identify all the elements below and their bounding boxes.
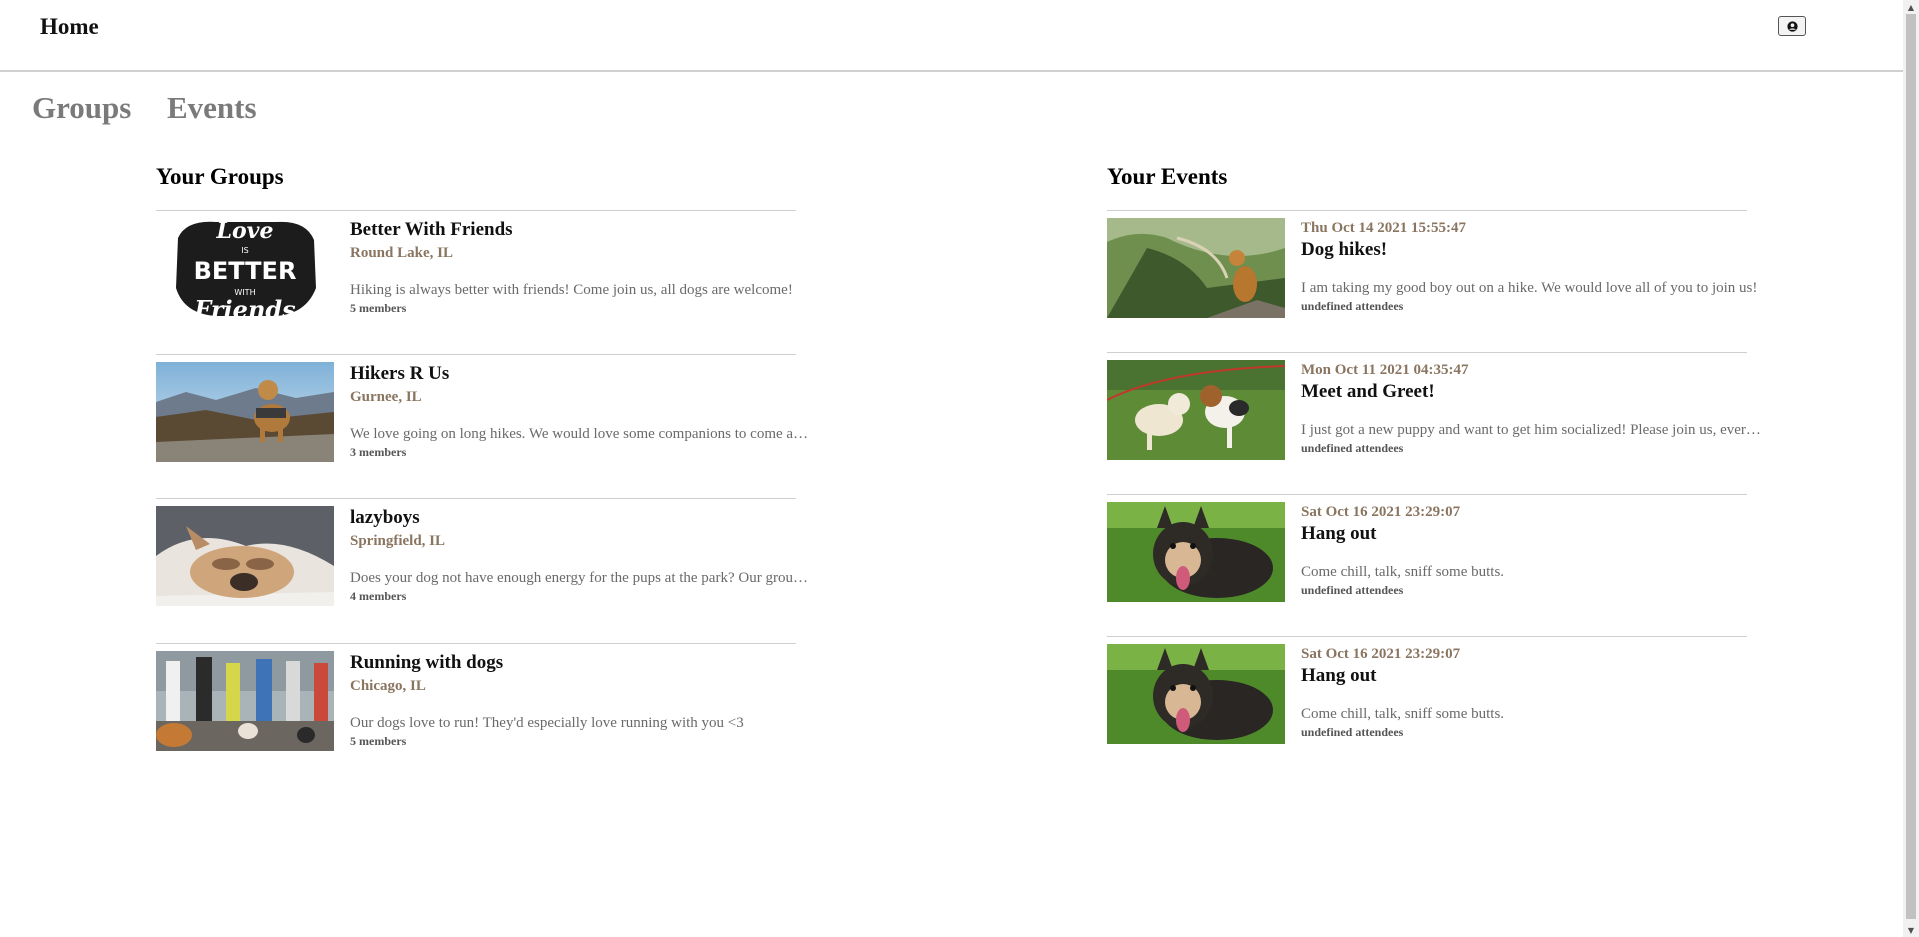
event-card[interactable]: Sat Oct 16 2021 23:29:07 Hang out Come c… <box>1107 494 1767 636</box>
group-location: Gurnee, IL <box>350 389 422 405</box>
page: Home Groups Events Your Groups Love IS B… <box>0 0 1903 937</box>
group-image <box>156 362 334 462</box>
group-info: Better With Friends Round Lake, IL Hikin… <box>350 218 816 316</box>
event-attendee-count: undefined attendees <box>1301 725 1404 739</box>
group-member-count: 5 members <box>350 301 407 315</box>
group-image <box>156 651 334 751</box>
svg-text:IS: IS <box>241 246 248 255</box>
event-description: Come chill, talk, sniff some butts. <box>1301 564 1505 580</box>
event-attendee-count: undefined attendees <box>1301 583 1404 597</box>
event-image <box>1107 218 1285 318</box>
event-info: Sat Oct 16 2021 23:29:07 Hang out Come c… <box>1301 644 1767 740</box>
event-card[interactable]: Mon Oct 11 2021 04:35:47 Meet and Greet!… <box>1107 352 1767 494</box>
scrollbar-thumb[interactable] <box>1906 14 1916 919</box>
group-location: Chicago, IL <box>350 678 426 694</box>
section-title: Your Events <box>1107 164 1228 189</box>
group-info: lazyboys Springfield, IL Does your dog n… <box>350 506 816 604</box>
scroll-down-arrow-icon[interactable]: ▼ <box>1903 923 1919 937</box>
group-info: Hikers R Us Gurnee, IL We love going on … <box>350 362 816 460</box>
svg-text:Love: Love <box>216 218 274 244</box>
group-image <box>156 506 334 606</box>
event-attendee-count: undefined attendees <box>1301 441 1404 455</box>
divider <box>156 643 796 644</box>
group-location: Springfield, IL <box>350 533 446 549</box>
tab-groups[interactable]: Groups <box>32 90 131 126</box>
group-card[interactable]: Running with dogs Chicago, IL Our dogs l… <box>156 643 816 785</box>
vertical-scrollbar[interactable]: ▲ ▼ <box>1903 0 1919 937</box>
event-name[interactable]: Meet and Greet! <box>1301 380 1767 404</box>
group-description: Hiking is always better with friends! Co… <box>350 282 793 298</box>
divider <box>1107 352 1747 353</box>
svg-text:Friends: Friends <box>193 295 296 318</box>
scroll-up-arrow-icon[interactable]: ▲ <box>1903 0 1919 14</box>
event-info: Sat Oct 16 2021 23:29:07 Hang out Come c… <box>1301 502 1767 598</box>
event-name[interactable]: Hang out <box>1301 664 1767 688</box>
user-circle-icon <box>1786 20 1798 32</box>
group-info: Running with dogs Chicago, IL Our dogs l… <box>350 651 816 749</box>
group-description: Our dogs love to run! They'd especially … <box>350 715 744 731</box>
event-date: Mon Oct 11 2021 04:35:47 <box>1301 362 1469 378</box>
section-title: Your Groups <box>156 164 284 189</box>
event-card[interactable]: Sat Oct 16 2021 23:29:07 Hang out Come c… <box>1107 636 1767 778</box>
event-description: I just got a new puppy and want to get h… <box>1301 422 1761 438</box>
svg-text:BETTER: BETTER <box>194 257 297 285</box>
divider <box>1107 494 1747 495</box>
group-description: Does your dog not have enough energy for… <box>350 570 810 586</box>
event-description: Come chill, talk, sniff some butts. <box>1301 706 1505 722</box>
event-info: Thu Oct 14 2021 15:55:47 Dog hikes! I am… <box>1301 218 1767 314</box>
group-member-count: 3 members <box>350 445 407 459</box>
tab-events[interactable]: Events <box>167 90 257 126</box>
group-description: We love going on long hikes. We would lo… <box>350 426 810 442</box>
event-image <box>1107 360 1285 460</box>
event-date: Sat Oct 16 2021 23:29:07 <box>1301 504 1461 520</box>
group-name[interactable]: Running with dogs <box>350 651 816 675</box>
event-name[interactable]: Dog hikes! <box>1301 238 1767 262</box>
group-name[interactable]: Hikers R Us <box>350 362 816 386</box>
group-location: Round Lake, IL <box>350 245 453 261</box>
profile-button[interactable] <box>1778 16 1806 36</box>
group-image: Love IS BETTER WITH Friends <box>156 218 334 318</box>
event-image <box>1107 502 1285 602</box>
group-name[interactable]: lazyboys <box>350 506 816 530</box>
your-events-section: Your Events Thu Oct 14 2021 15:55:47 Dog… <box>1107 162 1767 744</box>
divider <box>156 498 796 499</box>
event-info: Mon Oct 11 2021 04:35:47 Meet and Greet!… <box>1301 360 1767 456</box>
event-date: Thu Oct 14 2021 15:55:47 <box>1301 220 1466 236</box>
divider <box>156 354 796 355</box>
group-card[interactable]: Hikers R Us Gurnee, IL We love going on … <box>156 354 816 496</box>
your-groups-section: Your Groups Love IS BETTER WITH Friends … <box>156 162 816 751</box>
divider <box>1107 210 1747 211</box>
event-date: Sat Oct 16 2021 23:29:07 <box>1301 646 1461 662</box>
divider <box>1107 636 1747 637</box>
group-member-count: 4 members <box>350 589 407 603</box>
event-image <box>1107 644 1285 744</box>
home-link[interactable]: Home <box>40 14 99 40</box>
group-name[interactable]: Better With Friends <box>350 218 816 242</box>
group-member-count: 5 members <box>350 734 407 748</box>
event-name[interactable]: Hang out <box>1301 522 1767 546</box>
top-navbar: Home <box>0 0 1903 72</box>
divider <box>156 210 796 211</box>
group-card[interactable]: Love IS BETTER WITH Friends Better With … <box>156 210 816 352</box>
event-description: I am taking my good boy out on a hike. W… <box>1301 280 1758 296</box>
group-card[interactable]: lazyboys Springfield, IL Does your dog n… <box>156 498 816 640</box>
event-card[interactable]: Thu Oct 14 2021 15:55:47 Dog hikes! I am… <box>1107 210 1767 352</box>
event-attendee-count: undefined attendees <box>1301 299 1404 313</box>
